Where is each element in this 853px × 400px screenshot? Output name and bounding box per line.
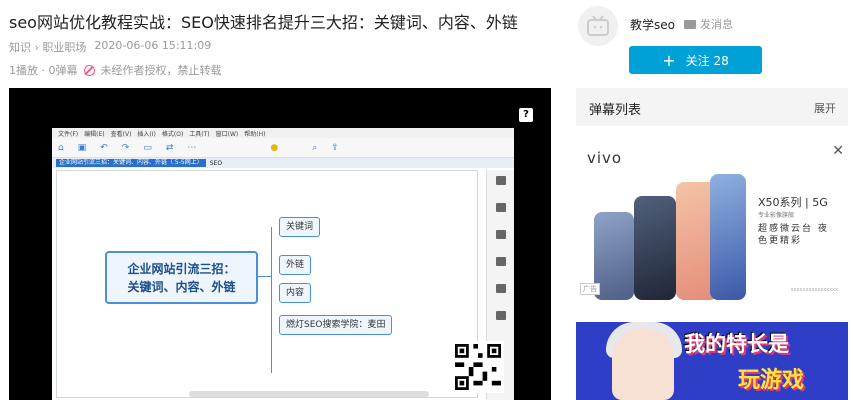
undo-icon: ↶ xyxy=(100,142,108,153)
video-meta: 知识 › 职业职场 2020-06-06 15:11:09 xyxy=(9,39,211,55)
redo-icon: ↷ xyxy=(121,142,130,153)
ad-fineprint: xxxxxxxxxxxxxxxx xyxy=(790,287,838,293)
menu-item: 查看(V) xyxy=(110,130,132,138)
help-icon[interactable]: ? xyxy=(519,108,533,122)
share-icon: ⇪ xyxy=(331,142,339,153)
send-message-label: 发消息 xyxy=(700,18,733,31)
tab-mindmap: 企业网站引流三招：关键词、内容、外链（ 5-5网上） xyxy=(56,159,206,167)
tab-seo: SEO xyxy=(209,159,223,167)
ad-slogan: 超感微云台 夜色更精彩 xyxy=(758,224,829,246)
sync-icon: ⇄ xyxy=(165,142,174,153)
home-icon: ⌂ xyxy=(58,142,64,153)
avatar[interactable] xyxy=(578,6,618,46)
qr-code-icon xyxy=(455,344,501,390)
save-icon: ▣ xyxy=(77,142,87,153)
close-icon[interactable]: ✕ xyxy=(832,143,844,159)
menu-item: 格式(O) xyxy=(161,130,184,138)
danmu-list-header[interactable]: 弹幕列表 展开 xyxy=(576,88,848,126)
more-icon: ⋯ xyxy=(187,142,197,153)
send-message-button[interactable]: 发消息 xyxy=(684,16,733,32)
model-subtitle: 专业影像旗舰 xyxy=(758,212,795,219)
menu-item: 编辑(E) xyxy=(84,130,105,138)
style-icon xyxy=(495,203,506,212)
app-toolbar: ⌂ ▣ ↶ ↷ ▭ ⇄ ⋯ ● ⌕ ⇪ xyxy=(52,138,514,158)
central-line-1: 企业网站引流三招： xyxy=(127,261,236,276)
uploader-card: 教学seo 发消息 + 关注 28 xyxy=(578,6,848,76)
video-frame: 文件(F) 编辑(E) 查看(V) 插入(I) 格式(O) 工具(T) 窗口(W… xyxy=(52,128,514,400)
model-name: X50系列 | 5G xyxy=(758,196,828,209)
menu-item: 文件(F) xyxy=(58,130,79,138)
mindmap-node-link: 外链 xyxy=(279,255,312,275)
notes-icon xyxy=(495,311,506,320)
mindmap-central-topic: 企业网站引流三招： 关键词、内容、外链 xyxy=(105,251,258,304)
mail-icon xyxy=(684,19,696,29)
phone-image xyxy=(634,196,676,300)
publish-date: 2020-06-06 15:11:09 xyxy=(94,39,212,52)
mindmap-node-author: 燃灯SEO搜索学院：麦田 xyxy=(279,315,393,335)
central-line-2: 关键词、内容、外链 xyxy=(127,279,236,294)
video-player[interactable]: ? 文件(F) 编辑(E) 查看(V) 插入(I) 格式(O) 工具(T) 窗口… xyxy=(9,88,551,400)
danmu-list-title: 弹幕列表 xyxy=(589,103,642,118)
category-link[interactable]: 知识 › 职业职场 xyxy=(9,39,86,55)
video-stats: 1播放 · 0弹幕 未经作者授权，禁止转载 xyxy=(9,62,222,78)
no-reprint-icon xyxy=(83,64,95,76)
bulb-icon: ● xyxy=(270,142,279,153)
person-image xyxy=(612,328,674,400)
image-icon xyxy=(495,230,506,239)
connector xyxy=(271,227,272,373)
phone-image xyxy=(594,212,634,300)
follow-label: 关注 28 xyxy=(685,53,729,68)
menu-item: 帮助(H) xyxy=(244,130,266,138)
menu-item: 插入(I) xyxy=(137,130,156,138)
mindmap-node-keyword: 关键词 xyxy=(279,217,321,237)
mindmap-node-content: 内容 xyxy=(279,283,312,303)
document-tabs: 企业网站引流三招：关键词、内容、外链（ 5-5网上） SEO xyxy=(52,158,514,168)
rights-notice: 未经作者授权，禁止转载 xyxy=(100,64,222,77)
flag-icon xyxy=(495,257,506,266)
mindmap-canvas: 企业网站引流三招： 关键词、内容、外链 关键词 外链 内容 燃灯SEO搜索学院：… xyxy=(56,170,478,398)
expand-button[interactable]: 展开 xyxy=(814,100,836,116)
ad-badge: 广告 xyxy=(580,283,600,295)
insert-icon: ▭ xyxy=(143,142,152,153)
search-icon: ⌕ xyxy=(312,142,318,153)
menu-item: 工具(T) xyxy=(189,130,210,138)
play-count: 1播放 · 0弹幕 xyxy=(9,64,78,77)
ad-headline-2: 玩游戏 xyxy=(738,368,805,393)
outline-icon xyxy=(495,176,506,185)
vivo-logo: vivo xyxy=(587,149,623,167)
plus-icon: + xyxy=(662,50,676,70)
canvas-scrollbar xyxy=(189,391,429,397)
game-ad-banner[interactable]: 我的特长是 玩游戏 xyxy=(576,322,848,400)
vivo-ad-banner[interactable]: vivo ✕ X50系列 | 5G 专业影像旗舰 超感微云台 夜色更精彩 广告 … xyxy=(576,140,848,305)
tv-icon xyxy=(587,15,609,36)
follow-button[interactable]: + 关注 28 xyxy=(629,46,762,74)
uploader-name[interactable]: 教学seo xyxy=(630,16,675,33)
text-icon xyxy=(495,284,506,293)
phone-image xyxy=(710,174,746,300)
app-menubar: 文件(F) 编辑(E) 查看(V) 插入(I) 格式(O) 工具(T) 窗口(W… xyxy=(52,128,514,138)
video-title: seo网站优化教程实战：SEO快速排名提升三大招：关键词、内容、外链 xyxy=(9,13,518,32)
qr-code xyxy=(452,341,504,393)
connector xyxy=(258,276,271,277)
menu-item: 窗口(W) xyxy=(215,130,239,138)
ad-headline-1: 我的特长是 xyxy=(684,332,789,356)
